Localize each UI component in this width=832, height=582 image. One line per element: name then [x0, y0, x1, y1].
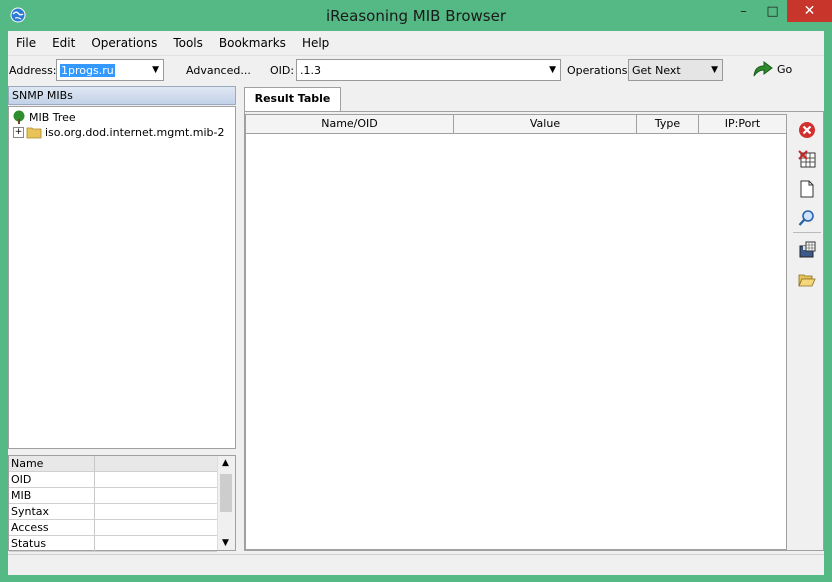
menu-help[interactable]: Help [294, 31, 337, 55]
new-document-icon[interactable] [797, 179, 817, 199]
close-button[interactable]: ✕ [787, 0, 832, 22]
expand-icon[interactable]: + [13, 127, 24, 138]
search-icon[interactable] [797, 208, 817, 228]
prop-row-oid: OID [9, 472, 217, 488]
prop-row-name: Name [9, 456, 217, 472]
prop-row-mib: MIB [9, 488, 217, 504]
tree-root[interactable]: MIB Tree [11, 110, 76, 124]
menu-tools[interactable]: Tools [165, 31, 211, 55]
advanced-button[interactable]: Advanced... [186, 64, 251, 77]
go-label: Go [777, 62, 793, 76]
folder-icon [26, 127, 42, 139]
oid-label: OID: [270, 64, 295, 77]
col-type[interactable]: Type [637, 115, 699, 133]
scroll-thumb[interactable] [220, 474, 232, 512]
chevron-down-icon: ▼ [152, 65, 159, 75]
menu-file[interactable]: File [8, 31, 44, 55]
save-table-icon[interactable] [797, 240, 817, 260]
prop-row-syntax: Syntax [9, 504, 217, 520]
address-combo[interactable]: 1progs.ru ▼ [56, 59, 164, 81]
tab-body: Name/OID Value Type IP:Port [244, 111, 824, 551]
toolbar-divider [793, 232, 821, 233]
operations-label: Operations: [567, 64, 632, 77]
right-panel: Result Table Name/OID Value Type IP:Port [244, 86, 824, 551]
scroll-up-icon[interactable]: ▲ [222, 458, 229, 468]
col-value[interactable]: Value [454, 115, 637, 133]
left-panel: SNMP MIBs MIB Tree + iso.org.dod.interne… [8, 86, 236, 552]
status-bar [8, 554, 824, 575]
tree-icon [13, 110, 25, 124]
prop-row-status: Status [9, 536, 217, 552]
menu-bookmarks[interactable]: Bookmarks [211, 31, 294, 55]
properties-scrollbar[interactable]: ▲ ▼ [217, 456, 235, 550]
tree-item-label: iso.org.dod.internet.mgmt.mib-2 [45, 126, 225, 139]
scroll-down-icon[interactable]: ▼ [222, 538, 229, 548]
tab-result-table[interactable]: Result Table [244, 87, 341, 111]
properties-grid: Name OID MIB Syntax Access Status ▲ ▼ [8, 455, 236, 552]
tree-item-mib-2[interactable]: + iso.org.dod.internet.mgmt.mib-2 [13, 126, 224, 139]
operations-combo[interactable]: Get Next ▼ [628, 59, 723, 81]
app-client: File Edit Operations Tools Bookmarks Hel… [8, 31, 824, 575]
menu-edit[interactable]: Edit [44, 31, 83, 55]
delete-table-icon[interactable] [797, 149, 817, 169]
result-table[interactable]: Name/OID Value Type IP:Port [245, 114, 787, 550]
oid-value: .1.3 [300, 64, 321, 77]
prop-row-access: Access [9, 520, 217, 536]
col-ip-port[interactable]: IP:Port [699, 115, 786, 133]
col-name-oid[interactable]: Name/OID [246, 115, 454, 133]
snmp-mibs-header: SNMP MIBs [8, 86, 236, 105]
delete-red-icon[interactable] [797, 120, 817, 140]
open-folder-icon[interactable] [797, 270, 817, 290]
menu-operations[interactable]: Operations [83, 31, 165, 55]
go-button[interactable]: Go [752, 60, 792, 78]
oid-combo[interactable]: .1.3 ▼ [296, 59, 561, 81]
address-value: 1progs.ru [60, 64, 115, 77]
title-bar: iReasoning MIB Browser – □ ✕ [0, 0, 832, 31]
window-title: iReasoning MIB Browser [325, 7, 506, 25]
minimize-button[interactable]: – [729, 0, 758, 22]
mib-tree[interactable]: MIB Tree + iso.org.dod.internet.mgmt.mib… [8, 106, 236, 449]
operations-value: Get Next [632, 64, 681, 77]
maximize-button[interactable]: □ [758, 0, 787, 22]
menu-bar: File Edit Operations Tools Bookmarks Hel… [8, 31, 824, 56]
tree-root-label: MIB Tree [29, 110, 76, 124]
go-arrow-icon [753, 61, 773, 77]
address-label: Address: [9, 64, 57, 77]
table-header: Name/OID Value Type IP:Port [246, 115, 786, 134]
side-toolbar [791, 114, 823, 550]
toolbar: Address: 1progs.ru ▼ Advanced... OID: .1… [8, 56, 824, 84]
chevron-down-icon: ▼ [711, 65, 718, 75]
chevron-down-icon: ▼ [549, 65, 556, 75]
